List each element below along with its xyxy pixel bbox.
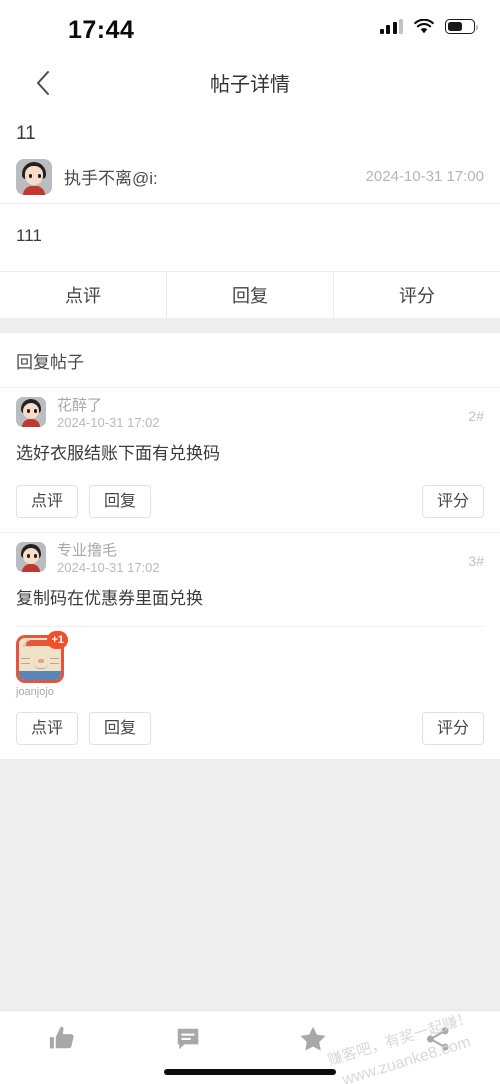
sticker-count-badge: +1 <box>47 630 68 649</box>
comment-button[interactable]: 点评 <box>16 711 79 746</box>
status-bar: 17:44 <box>0 0 500 55</box>
phone-screen: 17:44 帖子详情 11 执手不离@i: 2024-10-31 17:00 1… <box>0 0 500 1084</box>
bottom-action-bar <box>0 1010 500 1084</box>
reply-author[interactable]: 花醉了 <box>57 397 160 414</box>
tab-comment[interactable]: 点评 <box>0 272 166 318</box>
list-item: 花醉了 2024-10-31 17:02 2# 选好衣服结账下面有兑换码 点评 … <box>0 388 500 532</box>
favorite-button[interactable] <box>250 1024 375 1054</box>
reply-header: 专业撸毛 2024-10-31 17:02 <box>16 533 484 577</box>
wifi-icon <box>414 18 434 34</box>
comment-button[interactable]: 点评 <box>16 485 79 519</box>
status-time: 17:44 <box>68 16 135 44</box>
sticker-attachment[interactable]: +1 joanjojo <box>16 625 484 700</box>
share-button[interactable] <box>375 1026 500 1052</box>
status-indicators <box>379 18 478 34</box>
reply-identity: 花醉了 2024-10-31 17:02 <box>57 397 160 432</box>
reply-floor: 3# <box>468 553 484 570</box>
share-icon <box>426 1027 449 1051</box>
thumbs-up-icon <box>49 1026 74 1049</box>
avatar[interactable] <box>16 542 46 573</box>
tab-reply[interactable]: 回复 <box>166 272 333 319</box>
tab-rating[interactable]: 评分 <box>333 272 500 319</box>
like-button[interactable] <box>0 1024 125 1054</box>
reply-identity: 专业撸毛 2024-10-31 17:02 <box>57 542 160 577</box>
reply-actions: 点评 回复 评分 <box>16 473 484 532</box>
list-item: 专业撸毛 2024-10-31 17:02 3# 复制码在优惠券里面兑换 +1 … <box>0 533 500 759</box>
nav-bar: 帖子详情 <box>0 55 500 110</box>
comment-icon <box>177 1028 198 1050</box>
replies-section: 回复帖子 花醉了 2024-10-31 17:02 2# 选好衣服结账下面有兑换… <box>0 333 500 760</box>
reply-text: 选好衣服结账下面有兑换码 <box>16 444 220 464</box>
avatar[interactable] <box>16 397 46 428</box>
reply-text: 复制码在优惠券里面兑换 <box>16 589 203 609</box>
section-gap <box>0 319 500 334</box>
reply-button[interactable]: 回复 <box>89 485 152 519</box>
post-body: 111 <box>16 225 42 245</box>
reply-header: 花醉了 2024-10-31 17:02 <box>16 388 484 432</box>
page-title: 帖子详情 <box>210 74 290 96</box>
post-author[interactable]: 执手不离@i: <box>64 164 158 189</box>
reply-author[interactable]: 专业撸毛 <box>57 542 160 559</box>
battery-icon <box>445 19 478 34</box>
post-meta: 执手不离@i: 2024-10-31 17:00 <box>16 151 484 203</box>
reply-actions: 点评 回复 评分 <box>16 700 484 759</box>
post-date: 2024-10-31 17:00 <box>365 168 484 186</box>
replies-header: 回复帖子 <box>16 353 84 373</box>
rate-button[interactable]: 评分 <box>421 485 484 519</box>
comment-button[interactable] <box>125 1026 250 1052</box>
sticker-label: joanjojo <box>16 685 54 698</box>
reply-button[interactable]: 回复 <box>89 711 152 746</box>
tab-bar: 点评 回复 评分 <box>0 271 500 320</box>
post-title: 11 <box>16 123 36 144</box>
rate-button[interactable]: 评分 <box>421 711 484 746</box>
empty-area <box>0 759 500 1050</box>
reply-time: 2024-10-31 17:02 <box>57 415 160 431</box>
reply-floor: 2# <box>468 408 484 425</box>
signal-bars-icon <box>379 19 403 34</box>
post-body-wrap: 111 <box>0 203 500 272</box>
home-indicator <box>164 1069 336 1075</box>
reply-time: 2024-10-31 17:02 <box>57 560 160 576</box>
post-card: 11 执手不离@i: 2024-10-31 17:00 <box>0 110 500 203</box>
star-icon <box>300 1026 325 1051</box>
avatar[interactable] <box>16 158 52 195</box>
cat-sticker-icon[interactable]: +1 <box>16 630 68 683</box>
